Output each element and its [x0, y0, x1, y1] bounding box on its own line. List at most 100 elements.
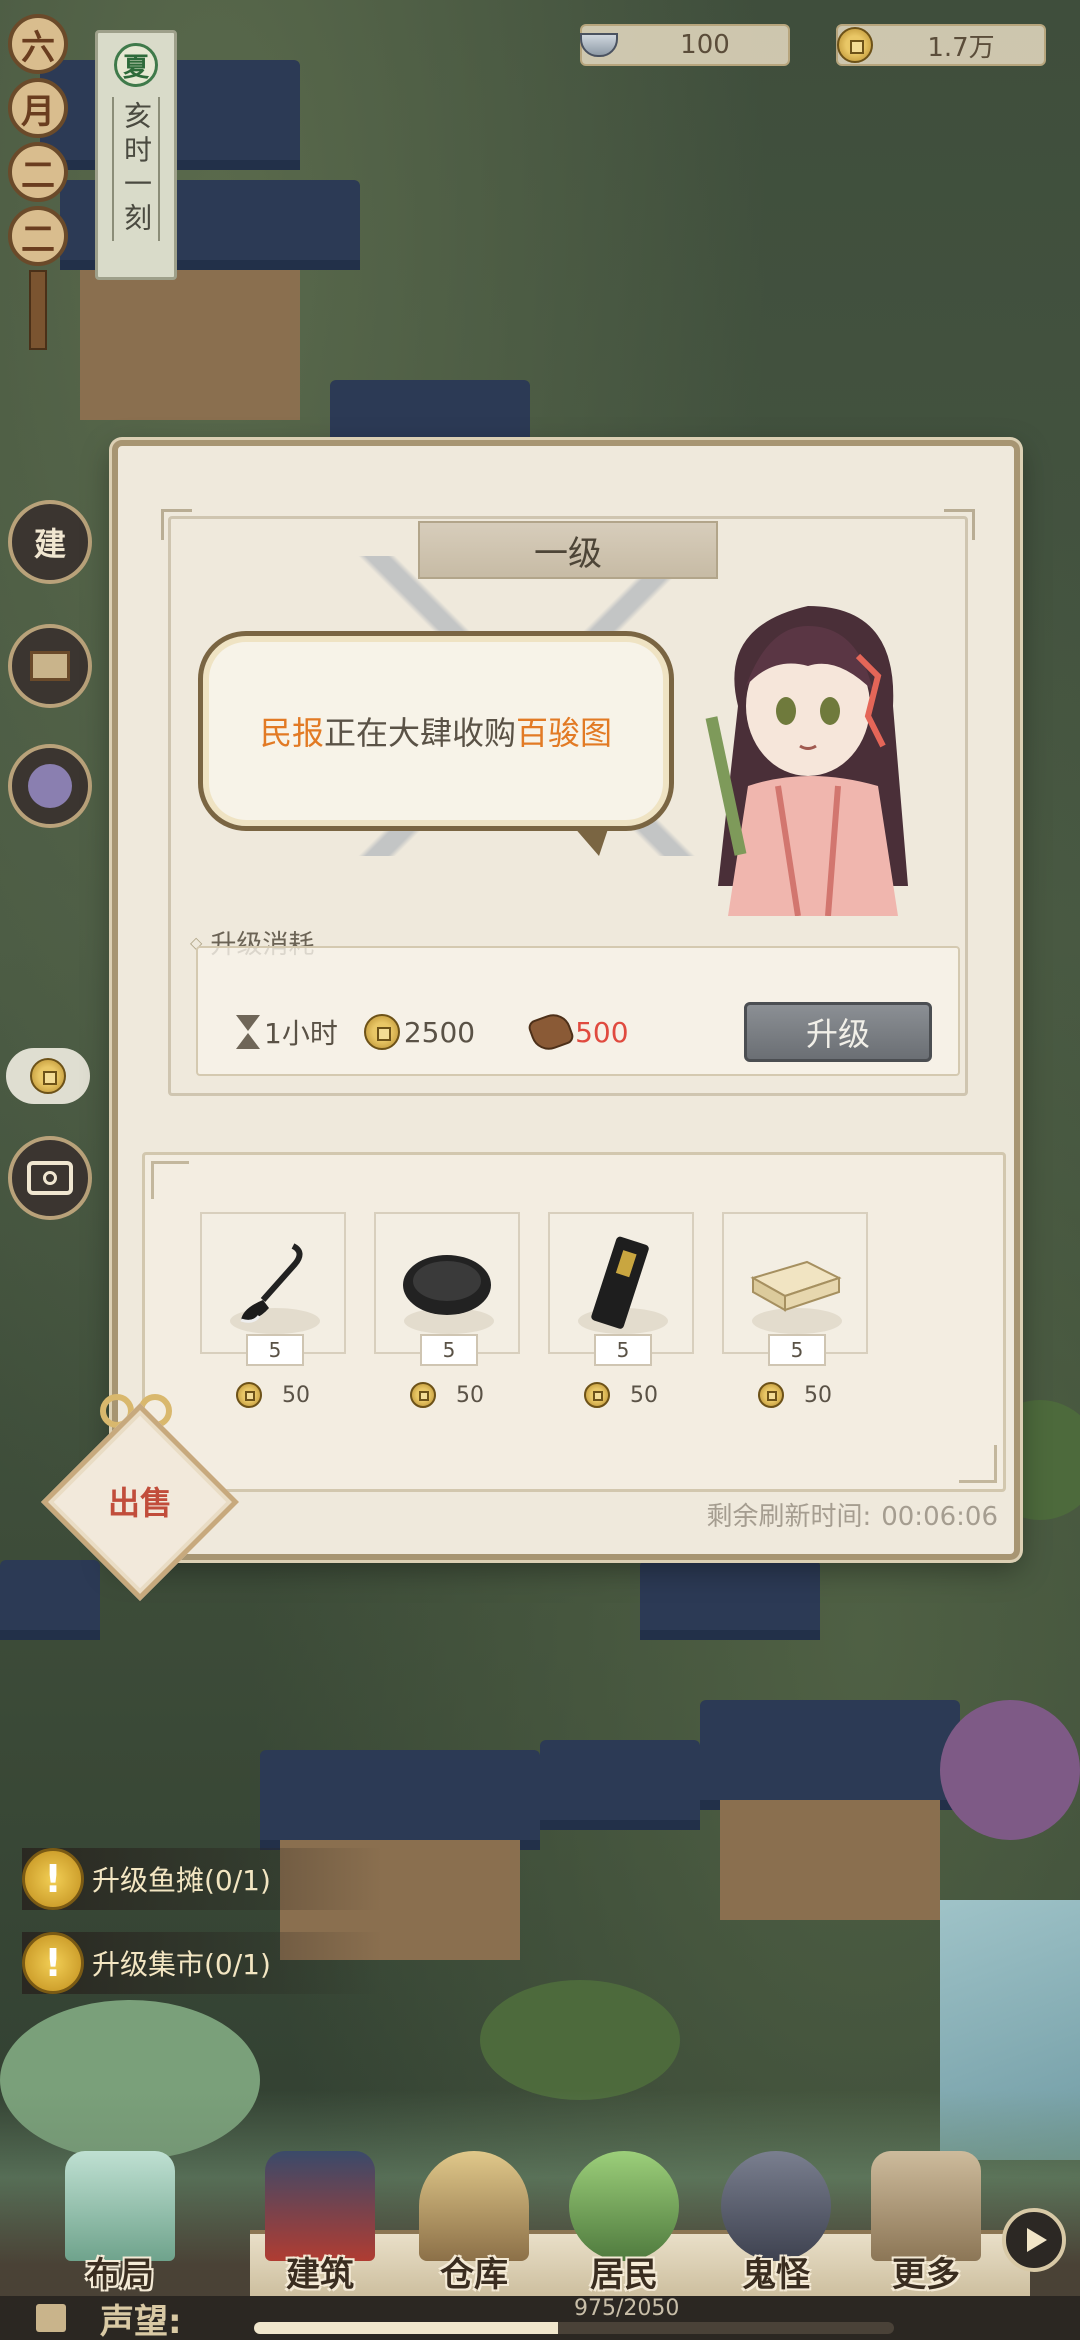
character-avatar-icon — [28, 764, 72, 808]
silver-ingot-icon — [576, 22, 622, 68]
build-label: 建 — [33, 525, 66, 563]
item-price: 50 — [410, 1382, 484, 1408]
reputation-label: 声望: — [100, 2301, 182, 2340]
shop-panel: 一级 民报正在大肆收购百骏图 升级消耗 1小时 2500 500 升级 — [112, 440, 1020, 1560]
season-tag: 夏 亥时一刻 — [95, 30, 177, 280]
book-icon — [30, 651, 70, 681]
item-price: 50 — [584, 1382, 658, 1408]
coin-icon — [30, 1058, 66, 1094]
item-price: 50 — [758, 1382, 832, 1408]
brush-icon — [240, 1243, 303, 1323]
item-quantity: 5 — [594, 1334, 652, 1366]
nav-label: 仓库 — [440, 2255, 508, 2295]
shop-item[interactable]: 5 50 — [200, 1212, 346, 1412]
refresh-time: 00:06:06 — [881, 1502, 998, 1532]
item-card[interactable]: 5 — [200, 1212, 346, 1366]
item-quantity: 5 — [420, 1334, 478, 1366]
time-of-day: 亥时一刻 — [112, 97, 160, 241]
quest-text: 升级鱼摊(0/1) — [92, 1864, 271, 1897]
nav-label: 居民 — [590, 2255, 658, 2295]
wood-cost-value: 500 — [575, 1015, 629, 1049]
nav-label: 更多 — [892, 2255, 960, 2295]
item-price: 50 — [236, 1382, 310, 1408]
speech-text: 民报正在大肆收购百骏图 — [260, 708, 612, 754]
level-banner: 一级 — [418, 521, 718, 579]
build-mode-button[interactable]: 建 — [8, 500, 92, 584]
scroll-icon — [36, 2304, 66, 2332]
coin-icon — [758, 1382, 784, 1408]
wood-log-icon — [526, 1009, 576, 1055]
item-price-value: 50 — [804, 1382, 832, 1408]
wood-cost: 500 — [526, 1009, 629, 1055]
layout-icon — [65, 2151, 175, 2261]
silver-value: 100 — [680, 30, 730, 60]
nav-label: 建筑 — [286, 2255, 354, 2295]
nav-more[interactable]: 更多 — [856, 2126, 996, 2296]
ghost-icon — [721, 2151, 831, 2261]
upgrade-button[interactable]: 升级 — [744, 1002, 932, 1062]
item-price-value: 50 — [630, 1382, 658, 1408]
paper-stack-icon — [750, 1260, 842, 1312]
nav-residents[interactable]: 居民 — [554, 2126, 694, 2296]
item-quantity: 5 — [246, 1334, 304, 1366]
speech-highlight-2: 百骏图 — [516, 714, 613, 752]
day-char-1: 二 — [8, 142, 68, 202]
nav-label: 鬼怪 — [742, 2255, 810, 2295]
nav-buildings[interactable]: 建筑 — [250, 2126, 390, 2296]
reputation-track — [254, 2322, 894, 2334]
calendar-lantern: 六 月 二 二 — [8, 0, 68, 350]
speech-highlight-1: 民报 — [259, 714, 324, 752]
item-card[interactable]: 5 — [722, 1212, 868, 1366]
shopkeeper-girl-portrait — [705, 606, 908, 916]
sell-button[interactable]: 出售 — [70, 1478, 210, 1524]
building-icon — [265, 2151, 375, 2261]
item-price-value: 50 — [456, 1382, 484, 1408]
nav-ghosts[interactable]: 鬼怪 — [706, 2126, 846, 2296]
more-icon — [871, 2151, 981, 2261]
time-cost: 1小时 — [236, 1012, 338, 1052]
shop-item[interactable]: 5 50 — [722, 1212, 868, 1412]
item-card[interactable]: 5 — [548, 1212, 694, 1366]
coin-cost-value: 2500 — [403, 1015, 476, 1049]
refresh-label: 剩余刷新时间: — [706, 1502, 872, 1532]
nav-layout[interactable]: 布局 — [50, 2126, 190, 2296]
bottom-nav: 布局 建筑 仓库 居民 鬼怪 更多 — [0, 2096, 1080, 2296]
hourglass-icon — [236, 1015, 260, 1049]
play-arrow-button[interactable] — [1002, 2208, 1066, 2272]
item-quantity: 5 — [768, 1334, 826, 1366]
season-badge: 夏 — [114, 43, 158, 87]
quest-text: 升级集市(0/1) — [92, 1948, 271, 1981]
resident-icon — [569, 2151, 679, 2261]
inkstone-icon — [403, 1255, 491, 1315]
nav-warehouse[interactable]: 仓库 — [404, 2126, 544, 2296]
item-price-value: 50 — [282, 1382, 310, 1408]
coin-collect-bubble[interactable] — [6, 1048, 90, 1104]
shop-item[interactable]: 5 50 — [548, 1212, 694, 1412]
coin-icon — [410, 1382, 436, 1408]
reputation-value: 975/2050 — [574, 2296, 680, 2321]
reputation-fill — [254, 2322, 559, 2334]
camera-button[interactable] — [8, 1136, 92, 1220]
time-cost-value: 1小时 — [264, 1017, 338, 1050]
month-char-1: 六 — [8, 14, 68, 74]
quest-item[interactable]: ! 升级鱼摊(0/1) — [22, 1848, 382, 1910]
coin-icon — [584, 1382, 610, 1408]
coin-counter[interactable]: 1.7万 — [836, 24, 1046, 66]
lantern-rod — [29, 270, 47, 350]
camera-icon — [27, 1161, 73, 1195]
ink-stick-icon — [591, 1236, 649, 1329]
coin-cost: 2500 — [363, 1014, 476, 1050]
warehouse-icon — [419, 2151, 529, 2261]
upgrade-cost-row: 1小时 2500 500 — [236, 1009, 629, 1055]
nav-label: 布局 — [86, 2255, 154, 2295]
character-avatar-button[interactable] — [8, 744, 92, 828]
book-button[interactable] — [8, 624, 92, 708]
item-card[interactable]: 5 — [374, 1212, 520, 1366]
month-char-2: 月 — [8, 78, 68, 138]
quest-item[interactable]: ! 升级集市(0/1) — [22, 1932, 382, 1994]
coin-icon — [236, 1382, 262, 1408]
shop-item[interactable]: 5 50 — [374, 1212, 520, 1412]
speech-bubble: 民报正在大肆收购百骏图 — [198, 631, 674, 856]
silver-counter[interactable]: 100 — [580, 24, 790, 66]
day-char-2: 二 — [8, 206, 68, 266]
